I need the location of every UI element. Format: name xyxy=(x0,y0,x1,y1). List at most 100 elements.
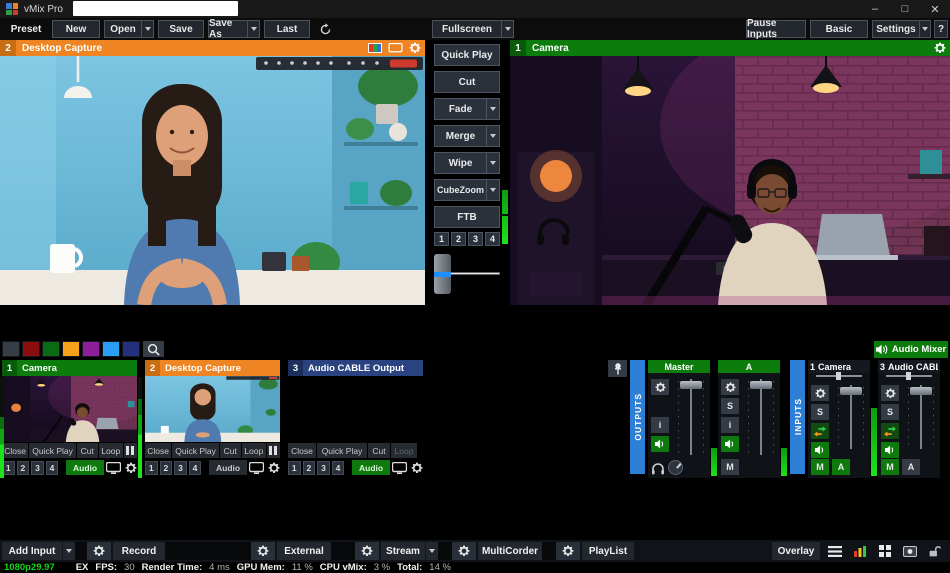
input-3-header[interactable]: 3 Audio CABLE Output xyxy=(288,360,423,376)
headphone-volume-knob[interactable] xyxy=(668,460,683,475)
gear-icon[interactable] xyxy=(934,42,946,54)
input-cut-button[interactable]: Cut xyxy=(220,443,241,458)
program-header[interactable]: 1 Camera xyxy=(510,40,950,56)
multiview-button[interactable] xyxy=(874,542,895,560)
solo-button[interactable]: S xyxy=(881,404,899,420)
swatch-red[interactable] xyxy=(22,341,40,357)
gear-icon-button[interactable] xyxy=(881,385,899,401)
overlay-3-button[interactable]: 3 xyxy=(317,461,330,475)
open-button[interactable]: Open xyxy=(104,20,142,38)
input-loop-button[interactable]: Loop xyxy=(242,443,266,458)
help-button[interactable]: ? xyxy=(934,20,948,38)
transition-tbar[interactable] xyxy=(434,252,500,296)
info-button[interactable]: i xyxy=(721,417,739,433)
monitor-icon[interactable] xyxy=(388,43,403,54)
mute-button[interactable]: M xyxy=(881,459,899,475)
add-input-dropdown-button[interactable] xyxy=(62,542,75,560)
record-button[interactable]: Record xyxy=(113,542,165,560)
close-button[interactable]: ✕ xyxy=(920,0,950,18)
fade-button[interactable]: Fade xyxy=(434,98,500,120)
input-quickplay-button[interactable]: Quick Play xyxy=(172,443,219,458)
bus-a-button[interactable]: A xyxy=(832,459,850,475)
input-loop-button[interactable]: Loop xyxy=(391,443,417,458)
gear-icon-button[interactable] xyxy=(651,379,669,395)
input-close-button[interactable]: Close xyxy=(288,443,316,458)
reset-button[interactable] xyxy=(314,20,336,38)
audio-mixer-button[interactable]: Audio Mixer xyxy=(874,341,948,358)
last-button[interactable]: Last xyxy=(264,20,310,38)
stream-dropdown-button[interactable] xyxy=(425,542,438,560)
settings-dropdown-button[interactable] xyxy=(919,20,931,38)
input-audio-button[interactable]: Audio xyxy=(352,460,389,475)
overlay-1-button[interactable]: 1 xyxy=(288,461,301,475)
cubezoom-dropdown-button[interactable] xyxy=(486,180,499,200)
master-fader[interactable] xyxy=(676,377,706,455)
pan-slider[interactable] xyxy=(816,372,862,380)
fader-handle[interactable] xyxy=(680,381,702,389)
open-dropdown-button[interactable] xyxy=(141,20,154,38)
input-1-fader[interactable] xyxy=(836,383,866,449)
maximize-button[interactable]: □ xyxy=(890,0,920,18)
input-1-thumbnail[interactable] xyxy=(2,376,137,442)
input-settings-button[interactable] xyxy=(124,460,137,475)
swatch-blue[interactable] xyxy=(102,341,120,357)
fullscreen-output-button[interactable] xyxy=(392,460,408,475)
mute-button[interactable]: M xyxy=(811,459,829,475)
overlay-2-button[interactable]: 2 xyxy=(160,461,173,475)
input-quickplay-button[interactable]: Quick Play xyxy=(317,443,367,458)
bus-a-fader[interactable] xyxy=(746,377,776,455)
fader-handle[interactable] xyxy=(910,387,932,395)
input-3-fader[interactable] xyxy=(906,383,936,449)
multicorder-settings-button[interactable] xyxy=(452,542,476,560)
quick-play-button[interactable]: Quick Play xyxy=(434,44,500,66)
bus-a-button[interactable]: A xyxy=(902,459,920,475)
fader-handle[interactable] xyxy=(840,387,862,395)
playlist-button[interactable]: PlayList xyxy=(582,542,634,560)
add-input-button[interactable]: Add Input xyxy=(2,542,62,560)
overlay-2-button[interactable]: 2 xyxy=(17,461,30,475)
save-button[interactable]: Save xyxy=(158,20,204,38)
fullscreen-button[interactable]: Fullscreen xyxy=(432,20,502,38)
swatch-purple[interactable] xyxy=(82,341,100,357)
preview-video[interactable] xyxy=(0,56,425,305)
input-cut-button[interactable]: Cut xyxy=(77,443,98,458)
input-settings-button[interactable] xyxy=(267,460,280,475)
overlay-1-button[interactable]: 1 xyxy=(145,461,158,475)
audio-meters-button[interactable] xyxy=(849,542,870,560)
fade-dropdown-button[interactable] xyxy=(486,99,499,119)
input-pause-button[interactable] xyxy=(124,443,137,458)
stinger-1-button[interactable]: 1 xyxy=(434,232,449,246)
stream-button[interactable]: Stream xyxy=(381,542,425,560)
gear-icon-button[interactable] xyxy=(721,379,739,395)
overlay-3-button[interactable]: 3 xyxy=(31,461,44,475)
search-button[interactable] xyxy=(143,341,164,357)
stream-settings-button[interactable] xyxy=(355,542,379,560)
input-1-header[interactable]: 1 Camera xyxy=(2,360,137,376)
stinger-4-button[interactable]: 4 xyxy=(485,232,500,246)
input-3-thumbnail[interactable] xyxy=(288,376,423,442)
input-audio-button[interactable]: Audio xyxy=(209,460,246,475)
input-pause-button[interactable] xyxy=(267,443,280,458)
swatch-green[interactable] xyxy=(42,341,60,357)
solo-button[interactable]: S xyxy=(811,404,829,420)
wipe-dropdown-button[interactable] xyxy=(486,153,499,173)
new-button[interactable]: New xyxy=(52,20,100,38)
playlist-settings-button[interactable] xyxy=(556,542,580,560)
external-button[interactable]: External xyxy=(277,542,331,560)
input-2-header[interactable]: 2 Desktop Capture xyxy=(145,360,280,376)
input-loop-button[interactable]: Loop xyxy=(99,443,123,458)
bus-routing-button[interactable] xyxy=(881,423,899,439)
solo-button[interactable]: S xyxy=(721,398,739,414)
cubezoom-button[interactable]: CubeZoom xyxy=(434,179,500,201)
fullscreen-output-button[interactable] xyxy=(249,460,265,475)
input-audio-button[interactable]: Audio xyxy=(66,460,103,475)
tbar-handle[interactable] xyxy=(434,254,451,294)
ftb-button[interactable]: FTB xyxy=(434,206,500,228)
colorbars-icon[interactable] xyxy=(368,43,382,53)
overlay-2-button[interactable]: 2 xyxy=(303,461,316,475)
fader-handle[interactable] xyxy=(750,381,772,389)
fullscreen-output-button[interactable] xyxy=(106,460,122,475)
gear-icon-button[interactable] xyxy=(811,385,829,401)
settings-button[interactable]: Settings xyxy=(872,20,920,38)
minimize-button[interactable]: – xyxy=(860,0,890,18)
